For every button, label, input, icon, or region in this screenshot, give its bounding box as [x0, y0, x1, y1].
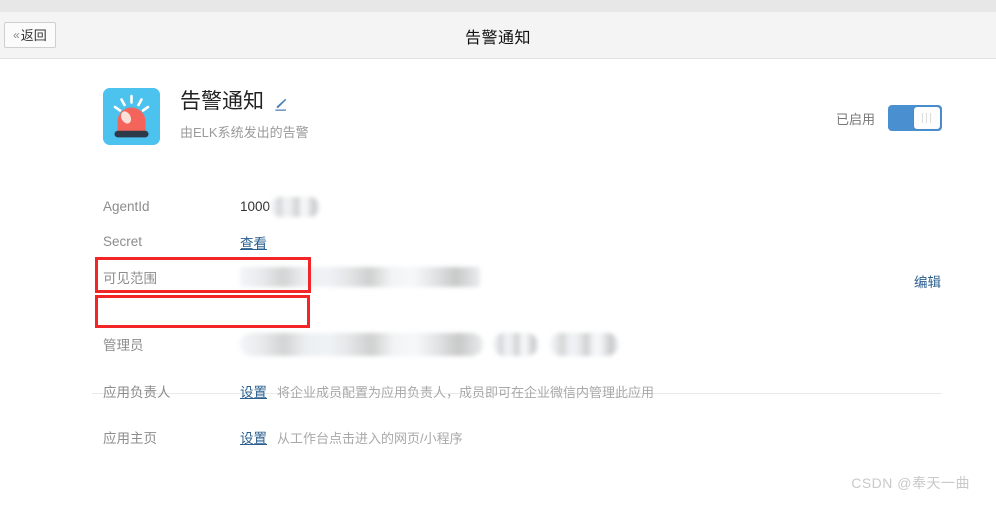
app-name-row: 告警通知 — [180, 89, 309, 115]
enabled-toggle-switch[interactable] — [888, 105, 942, 131]
field-label-visible-scope: 可见范围 — [103, 270, 157, 286]
field-label-app-owner: 应用负责人 — [103, 385, 171, 400]
app-owner-hint: 将企业成员配置为应用负责人，成员即可在企业微信内管理此应用 — [277, 384, 655, 400]
secret-view-link[interactable]: 查看 — [240, 232, 267, 252]
toggle-grip-line — [922, 113, 923, 123]
edit-pencil-icon[interactable] — [272, 97, 288, 113]
field-list-primary: AgentId 1000 Secret 查看 可见范围 — [0, 189, 996, 294]
app-name: 告警通知 — [180, 90, 264, 113]
field-label-app-homepage: 应用主页 — [103, 431, 157, 446]
field-row-visible-scope: 可见范围 — [0, 259, 996, 294]
field-value-agentid: 1000 — [240, 196, 320, 217]
field-value-app-homepage: 设置 从工作台点击进入的网页/小程序 — [240, 427, 463, 447]
field-label-secret: Secret — [103, 234, 143, 249]
app-identity-block: 告警通知 由ELK系统发出的告警 — [103, 88, 309, 145]
app-owner-setup-link[interactable]: 设置 — [240, 381, 267, 401]
field-list-secondary: 管理员 应用负责人 设置 将企业成员配置为应用负责人，成员即可在企业微信内管理此… — [0, 320, 996, 460]
app-homepage-setup-link[interactable]: 设置 — [240, 427, 267, 447]
app-enabled-control: 已启用 — [836, 105, 942, 131]
field-row-secret: Secret 查看 — [0, 224, 996, 259]
content-area: 告警通知 由ELK系统发出的告警 已启用 AgentId 1000 Secret… — [0, 59, 996, 505]
field-row-app-owner: 应用负责人 设置 将企业成员配置为应用负责人，成员即可在企业微信内管理此应用 — [0, 368, 996, 414]
field-label-administrator: 管理员 — [103, 338, 144, 353]
app-description: 由ELK系统发出的告警 — [180, 125, 309, 141]
agentid-redaction — [271, 196, 320, 217]
agentid-value-text: 1000 — [240, 199, 271, 214]
toggle-grip-line — [926, 113, 927, 123]
field-value-secret: 查看 — [240, 232, 267, 252]
field-row-administrator: 管理员 — [0, 320, 996, 368]
field-value-visible-scope — [240, 266, 480, 287]
field-row-agentid: AgentId 1000 — [0, 189, 996, 224]
field-value-administrator — [240, 332, 618, 356]
field-label-agentid: AgentId — [103, 199, 150, 214]
field-row-app-homepage: 应用主页 设置 从工作台点击进入的网页/小程序 — [0, 414, 996, 460]
toggle-grip-line — [930, 113, 931, 123]
alarm-siren-icon — [103, 88, 160, 145]
field-value-app-owner: 设置 将企业成员配置为应用负责人，成员即可在企业微信内管理此应用 — [240, 381, 654, 401]
page-title: 告警通知 — [464, 30, 531, 47]
watermark: CSDN @奉天一曲 — [851, 475, 970, 491]
app-meta: 告警通知 由ELK系统发出的告警 — [180, 88, 309, 141]
toggle-knob — [914, 107, 940, 129]
administrator-redaction — [493, 332, 538, 356]
administrator-redaction — [550, 332, 618, 356]
enabled-status-label: 已启用 — [835, 111, 875, 127]
edit-link[interactable]: 编辑 — [914, 271, 941, 291]
app-homepage-hint: 从工作台点击进入的网页/小程序 — [277, 430, 463, 446]
window-top-strip — [0, 0, 996, 12]
administrator-redaction — [240, 332, 483, 356]
visible-scope-redaction — [240, 266, 480, 287]
